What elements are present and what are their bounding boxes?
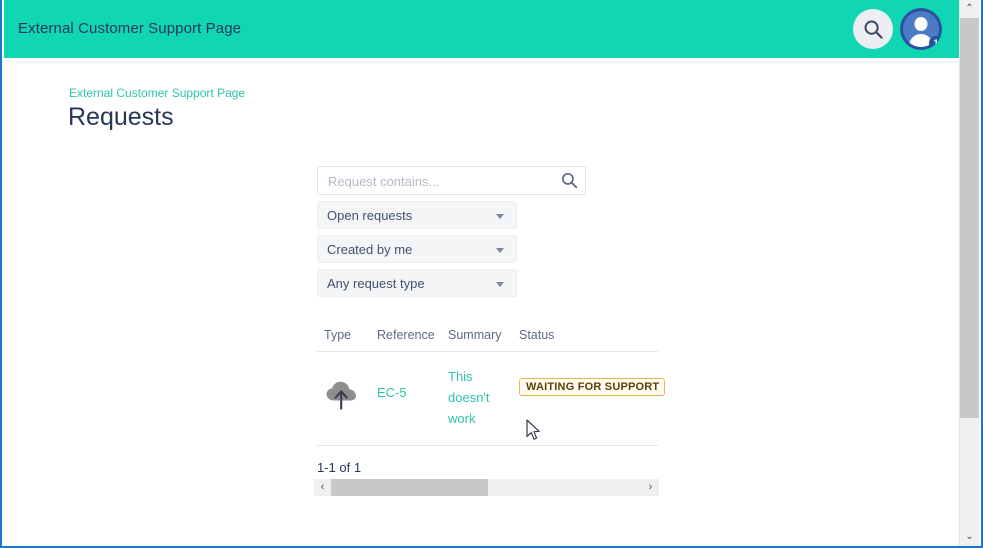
table-header-row: Type Reference Summary Status <box>317 326 658 352</box>
request-type-filter[interactable]: Any request type <box>317 269 517 297</box>
search-input[interactable] <box>326 167 545 196</box>
request-reference-link[interactable]: EC-5 <box>377 385 407 400</box>
horizontal-scrollbar-track[interactable] <box>331 479 642 496</box>
request-type-filter-label: Any request type <box>327 276 425 291</box>
request-status-filter[interactable]: Open requests <box>317 201 517 229</box>
pagination-count: 1-1 of 1 <box>317 460 361 475</box>
search-icon <box>863 19 884 40</box>
chevron-down-icon <box>496 248 504 253</box>
filters-panel: Open requests Created by me Any request … <box>317 166 597 297</box>
request-type-cell <box>324 379 360 418</box>
app-header: External Customer Support Page 1 <box>4 0 959 58</box>
avatar-notification-badge: 1 <box>929 36 942 50</box>
request-summary-link[interactable]: This doesn't work <box>448 366 503 429</box>
scroll-up-button[interactable]: ⌃ <box>960 0 979 18</box>
page-viewport: External Customer Support Page 1 <box>4 0 959 546</box>
scroll-down-button[interactable]: ⌄ <box>960 528 979 546</box>
request-status-cell: WAITING FOR SUPPORT <box>519 377 665 396</box>
scroll-right-button[interactable]: › <box>642 479 659 496</box>
chevron-down-icon <box>496 282 504 287</box>
request-creator-filter-label: Created by me <box>327 242 412 257</box>
requests-table: Type Reference Summary Status EC-5 This … <box>317 326 658 446</box>
status-badge: WAITING FOR SUPPORT <box>519 378 665 396</box>
page-title: Requests <box>68 103 174 132</box>
avatar[interactable]: 1 <box>900 8 942 50</box>
horizontal-scrollbar[interactable]: ‹ › <box>314 479 659 496</box>
app-header-title: External Customer Support Page <box>18 20 241 37</box>
breadcrumb[interactable]: External Customer Support Page <box>69 86 245 100</box>
column-header-reference: Reference <box>377 328 435 342</box>
request-status-filter-label: Open requests <box>327 208 412 223</box>
search-button[interactable] <box>853 9 893 49</box>
chevron-down-icon <box>496 214 504 219</box>
vertical-scrollbar-thumb[interactable] <box>960 18 979 418</box>
column-header-status: Status <box>519 328 554 342</box>
column-header-summary: Summary <box>448 328 501 342</box>
vertical-scrollbar[interactable]: ⌃ ⌄ <box>959 0 979 546</box>
avatar-head-shape <box>915 17 928 31</box>
table-row[interactable]: EC-5 This doesn't work WAITING FOR SUPPO… <box>317 352 658 446</box>
scroll-left-button[interactable]: ‹ <box>314 479 331 496</box>
request-search-field[interactable] <box>317 166 586 195</box>
horizontal-scrollbar-thumb[interactable] <box>331 479 488 496</box>
cloud-upload-icon <box>324 379 360 413</box>
browser-window: External Customer Support Page 1 <box>0 0 983 548</box>
header-actions: 1 <box>853 8 942 50</box>
request-creator-filter[interactable]: Created by me <box>317 235 517 263</box>
column-header-type: Type <box>324 328 351 342</box>
magnifier-icon[interactable] <box>561 172 578 194</box>
